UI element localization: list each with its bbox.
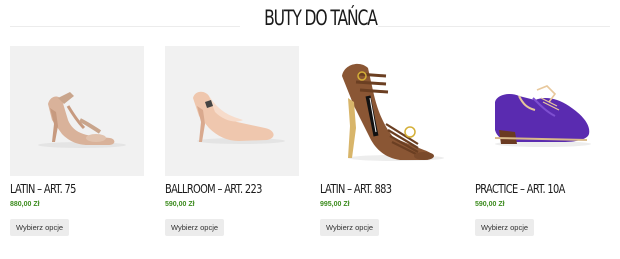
product-price: 995,00 Zł [320,201,350,208]
product-price: 880,00 Zł [10,201,40,208]
product-card: LATIN – ART. 75 880,00 Zł Wybierz opcje [10,46,144,236]
select-options-button[interactable]: Wybierz opcje [165,219,225,236]
practice-shoe-purple-image [475,46,609,176]
product-price: 590,00 Zł [165,201,195,208]
latin-sandal-nude-image [10,46,144,176]
select-options-button[interactable]: Wybierz opcje [320,219,380,236]
product-name[interactable]: LATIN – ART. 75 [10,181,120,197]
product-name[interactable]: LATIN – ART. 883 [320,181,430,197]
product-card: BALLROOM – ART. 223 590,00 Zł Wybierz op… [165,46,299,236]
section-title: BUTY DO TAŃCA [264,6,378,30]
product-image[interactable] [475,46,609,176]
title-divider-left [10,26,240,27]
product-name[interactable]: BALLROOM – ART. 223 [165,181,275,197]
title-divider-right [378,26,610,27]
select-options-button[interactable]: Wybierz opcje [475,219,535,236]
latin-sandal-bronze-image [320,46,454,176]
product-image[interactable] [10,46,144,176]
product-name[interactable]: PRACTICE – ART. 10A [475,181,585,197]
section-header: BUTY DO TAŃCA [0,4,620,38]
product-image[interactable] [320,46,454,176]
product-price: 590,00 Zł [475,201,505,208]
ballroom-pump-satin-image [165,46,299,176]
product-card: PRACTICE – ART. 10A 590,00 Zł Wybierz op… [475,46,609,236]
product-image[interactable] [165,46,299,176]
product-card: LATIN – ART. 883 995,00 Zł Wybierz opcje [320,46,454,236]
select-options-button[interactable]: Wybierz opcje [10,219,70,236]
